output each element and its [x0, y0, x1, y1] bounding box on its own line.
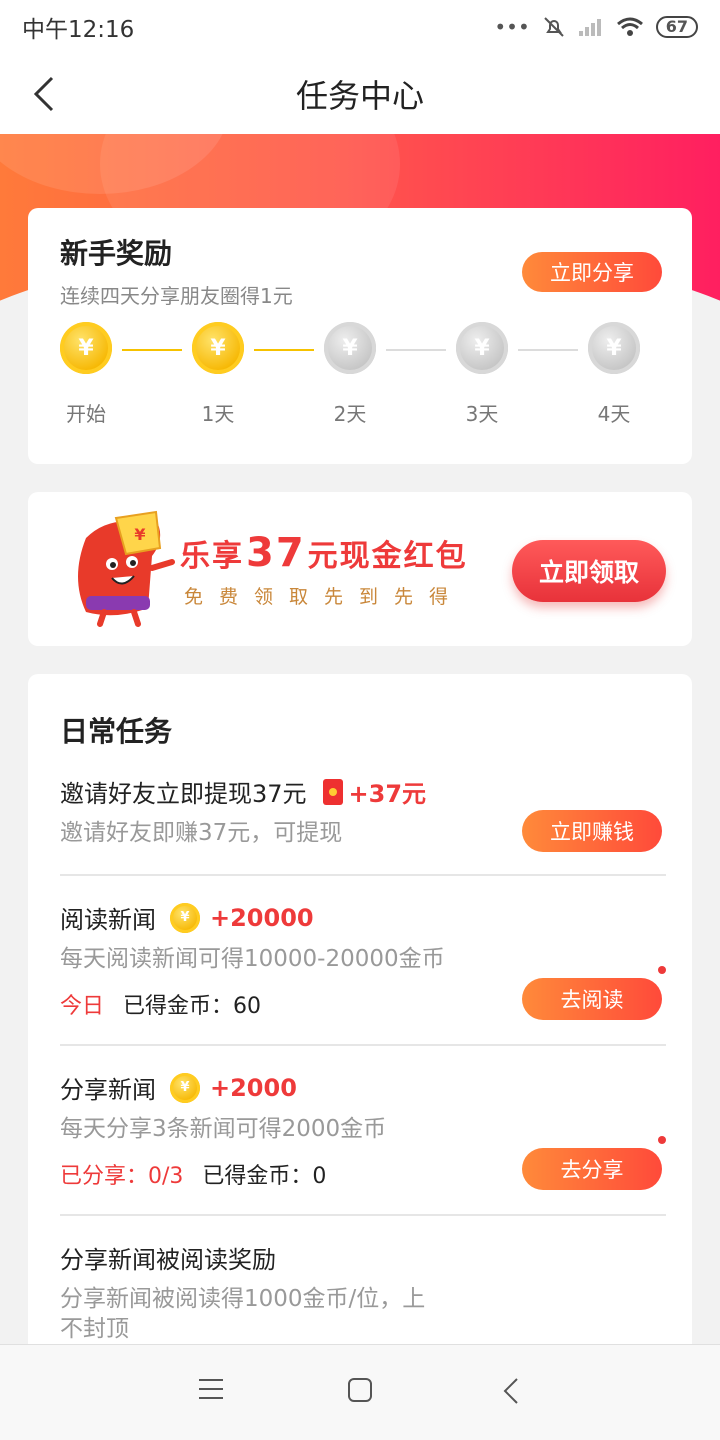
newbie-title: 新手奖励	[60, 237, 173, 270]
task-description: 邀请好友即赚37元，可提现	[60, 820, 343, 846]
coin-step-day3-icon: ¥	[456, 322, 508, 374]
promo-title-prefix: 乐享	[180, 539, 244, 574]
step-label: 4天	[597, 402, 631, 426]
coin-step-start-icon: ¥	[60, 322, 112, 374]
home-icon[interactable]	[347, 1377, 373, 1403]
progress-line	[518, 349, 578, 351]
status-bar: 中午12:16 ••• 67	[0, 0, 720, 54]
task-description-line: 不封顶	[60, 1316, 129, 1342]
progress-line	[254, 349, 314, 351]
system-navigation-bar	[0, 1344, 720, 1440]
more-dots-icon: •••	[494, 15, 530, 39]
task-share-news: 分享新闻 ¥ +2000 每天分享3条新闻可得2000金币 已分享：0/3 已得…	[60, 1070, 666, 1200]
earn-now-button[interactable]: 立即赚钱	[522, 810, 662, 852]
divider	[60, 874, 666, 876]
battery-icon: 67	[655, 16, 698, 38]
red-packet-icon	[322, 778, 343, 805]
mute-bell-icon	[544, 17, 564, 37]
task-reward: +37元	[348, 780, 427, 808]
step-label: 1天	[201, 402, 235, 426]
daily-tasks-card: 日常任务 邀请好友立即提现37元 +37元 邀请好友即赚37元，可提现 立即赚钱…	[28, 674, 692, 1374]
task-status: 已分享：0/3 已得金币：0	[60, 1158, 326, 1190]
coin-step-day4-icon: ¥	[588, 322, 640, 374]
task-coins-earned: 已得金币：60	[123, 994, 262, 1019]
claim-now-button[interactable]: 立即领取	[512, 540, 666, 602]
page-title: 任务中心	[295, 77, 424, 115]
share-now-button[interactable]: 立即分享	[522, 252, 662, 292]
promo-amount: 37	[246, 530, 306, 576]
status-time: 中午12:16	[22, 17, 135, 43]
task-status-label: 今日	[60, 994, 105, 1019]
status-icons: ••• 67	[494, 15, 698, 39]
nav-bar: 任务中心	[0, 54, 720, 134]
newbie-reward-card: 新手奖励 连续四天分享朋友圈得1元 立即分享 ¥ ¥ ¥ ¥ ¥ 开始 1天 2…	[28, 208, 692, 464]
progress-line	[386, 349, 446, 351]
task-title: 阅读新闻	[60, 906, 156, 934]
task-description: 每天阅读新闻可得10000-20000金币	[60, 946, 445, 972]
progress-line	[122, 349, 182, 351]
task-description: 分享新闻被阅读得1000金币/位，上 不封顶	[60, 1284, 425, 1344]
task-description-line: 分享新闻被阅读得1000金币/位，上	[60, 1286, 426, 1312]
task-read-news: 阅读新闻 ¥ +20000 每天阅读新闻可得10000-20000金币 今日 已…	[60, 900, 666, 1030]
divider	[60, 1214, 666, 1216]
task-description: 每天分享3条新闻可得2000金币	[60, 1116, 387, 1142]
promo-subtitle: 免费领取先到先得	[184, 586, 465, 608]
task-invite-friends: 邀请好友立即提现37元 +37元 邀请好友即赚37元，可提现 立即赚钱	[60, 774, 666, 854]
go-share-button[interactable]: 去分享	[522, 1148, 662, 1190]
coin-step-day2-icon: ¥	[324, 322, 376, 374]
menu-icon[interactable]	[198, 1377, 224, 1401]
task-title: 邀请好友立即提现37元	[60, 780, 307, 808]
task-status-label: 已分享：0/3	[60, 1164, 184, 1189]
task-reward: +2000	[210, 1073, 297, 1102]
promo-title: 乐享 37 元现金红包	[180, 530, 468, 576]
divider	[60, 1044, 666, 1046]
red-packet-mascot-icon: ¥	[78, 510, 175, 627]
red-packet-promo-card[interactable]: ¥ 乐享 37 元现金红包 免费领取先到先得 立即领取	[28, 492, 692, 646]
task-title: 分享新闻	[60, 1076, 156, 1104]
signal-icon	[578, 19, 601, 36]
step-label: 2天	[333, 402, 367, 426]
back-icon[interactable]	[502, 1377, 520, 1405]
coin-icon: ¥	[170, 1072, 200, 1103]
mascot-yen-sign: ¥	[134, 525, 145, 544]
go-read-button[interactable]: 去阅读	[522, 978, 662, 1020]
task-coins-earned: 已得金币：0	[202, 1164, 327, 1189]
coin-icon: ¥	[170, 902, 200, 933]
promo-title-suffix: 元现金红包	[307, 539, 468, 574]
daily-tasks-title: 日常任务	[60, 715, 173, 748]
step-label: 开始	[66, 402, 106, 426]
notification-dot	[658, 1136, 666, 1144]
task-reward: +20000	[210, 903, 314, 932]
task-shared-news-read-reward: 分享新闻被阅读奖励 分享新闻被阅读得1000金币/位，上 不封顶	[60, 1240, 666, 1342]
notification-dot	[658, 966, 666, 974]
back-arrow-icon[interactable]	[26, 72, 66, 116]
step-label: 3天	[465, 402, 499, 426]
wifi-icon	[616, 17, 643, 36]
task-status: 今日 已得金币：60	[60, 988, 261, 1020]
newbie-subtitle: 连续四天分享朋友圈得1元	[60, 284, 293, 308]
task-title: 分享新闻被阅读奖励	[60, 1246, 276, 1274]
coin-step-day1-icon: ¥	[192, 322, 244, 374]
